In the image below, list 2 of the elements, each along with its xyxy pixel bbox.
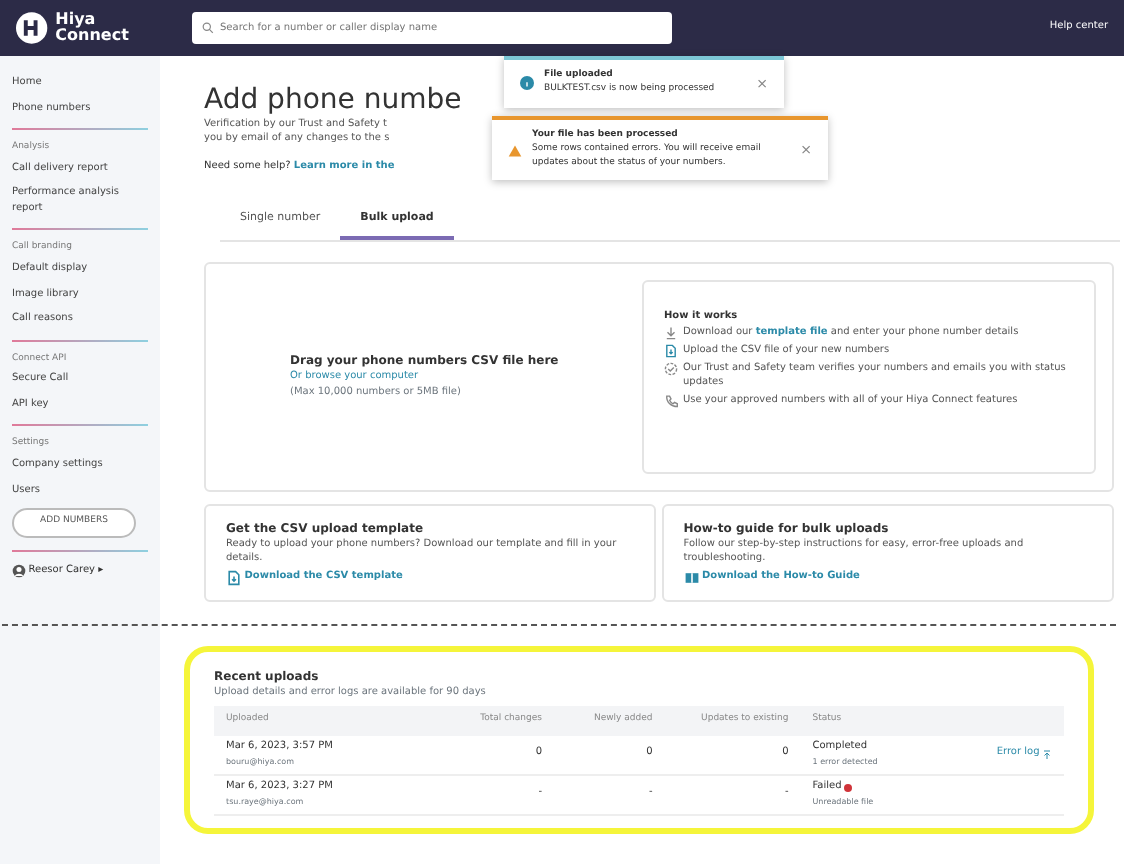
page-title: Add phone numbe [204, 84, 462, 118]
logo-text: Hiya Connect [55, 12, 131, 44]
